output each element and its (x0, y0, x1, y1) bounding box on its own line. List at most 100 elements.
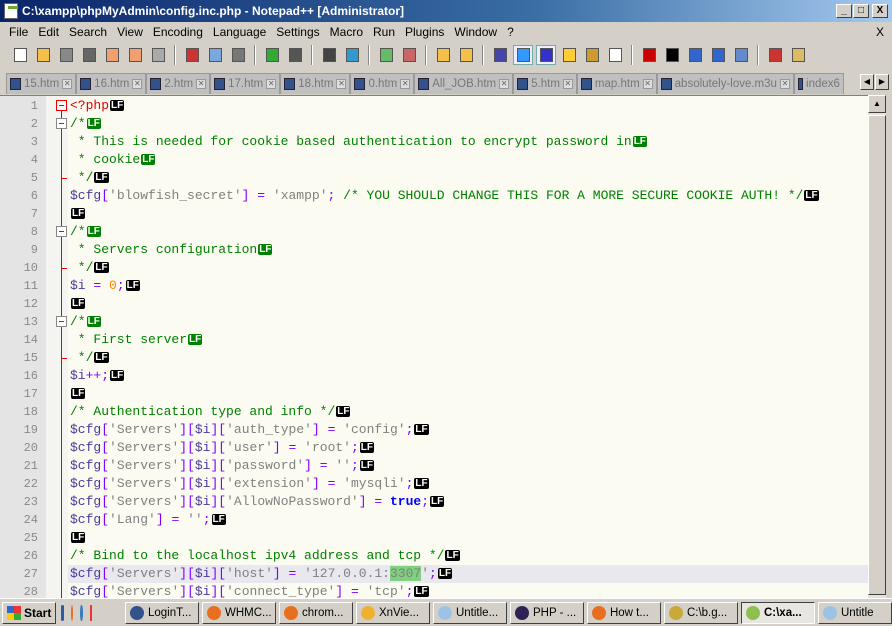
print-button[interactable] (148, 45, 168, 65)
menu-encoding[interactable]: Encoding (148, 25, 208, 39)
save-macro-button[interactable] (731, 45, 751, 65)
zoom-in-button[interactable] (376, 45, 396, 65)
tab-18-htm[interactable]: 18.htm ✕ (280, 73, 351, 94)
code-editor[interactable]: 1 <?php LF 2/* LF 3 * This is needed for cook… (0, 95, 868, 598)
paste-button[interactable] (228, 45, 248, 65)
copy-button[interactable] (205, 45, 225, 65)
tab-index6[interactable]: index6 (793, 73, 844, 94)
code-line[interactable]: $cfg['Lang'] = ''; LF (70, 511, 868, 529)
menu-window[interactable]: Window (449, 25, 502, 39)
tab-15-htm[interactable]: 15.htm ✕ (6, 73, 77, 94)
code-line[interactable]: $i++; LF (70, 367, 868, 385)
menu-macro[interactable]: Macro (325, 25, 368, 39)
menu-plugins[interactable]: Plugins (400, 25, 449, 39)
tab-2-htm[interactable]: 2.htm ✕ (146, 73, 211, 94)
tab-scroll-left-button[interactable]: ◀ (860, 74, 874, 90)
zoom-out-button[interactable] (399, 45, 419, 65)
menu-view[interactable]: View (112, 25, 148, 39)
code-line[interactable]: */LF (70, 259, 868, 277)
code-line[interactable]: $cfg['Servers'][$i]['AllowNoPassword'] =… (70, 493, 868, 511)
menu-close-button[interactable]: X (876, 25, 884, 39)
menu-run[interactable]: Run (368, 25, 400, 39)
fold-collapse-icon[interactable] (56, 226, 67, 237)
scroll-up-button[interactable]: ▲ (868, 95, 886, 113)
tab-close-icon[interactable]: ✕ (62, 79, 73, 89)
udl-button[interactable] (559, 45, 579, 65)
code-line[interactable]: */LF (70, 349, 868, 367)
cut-button[interactable] (182, 45, 202, 65)
menu-help[interactable]: ? (502, 25, 519, 39)
tab-close-icon[interactable]: ✕ (499, 79, 510, 89)
fold-collapse-icon[interactable] (56, 100, 67, 111)
doc-map-button[interactable] (582, 45, 602, 65)
taskbar-item[interactable]: PHP - ... (509, 601, 584, 624)
save-button[interactable] (56, 45, 76, 65)
start-button[interactable]: Start (2, 601, 57, 624)
tab-close-icon[interactable]: ✕ (400, 79, 411, 89)
code-line[interactable]: LF (70, 205, 868, 223)
code-line[interactable]: $cfg['Servers'][$i]['host'] = '127.0.0.1… (68, 565, 868, 583)
tab-close-icon[interactable]: ✕ (196, 79, 207, 89)
tab-17-htm[interactable]: 17.htm ✕ (210, 73, 281, 94)
taskbar-item[interactable]: C:\xa... (740, 601, 815, 624)
menu-language[interactable]: Language (208, 25, 271, 39)
taskbar-item[interactable]: WHMC... (201, 601, 276, 624)
tab-absolutely-love-m3u[interactable]: absolutely-love.m3u ✕ (656, 73, 794, 94)
show-all-chars-button[interactable] (513, 45, 533, 65)
code-line[interactable]: LF (70, 529, 868, 547)
replace-button[interactable] (342, 45, 362, 65)
fold-collapse-icon[interactable] (56, 316, 67, 327)
code-line[interactable]: $cfg['Servers'][$i]['user'] = 'root'; LF (70, 439, 868, 457)
code-line[interactable]: $cfg['Servers'][$i]['auth_type'] = 'conf… (70, 421, 868, 439)
undo-button[interactable] (262, 45, 282, 65)
taskbar-item[interactable]: Untitle... (432, 601, 507, 624)
close-all-button[interactable] (125, 45, 145, 65)
indent-guide-button[interactable] (536, 45, 556, 65)
code-line[interactable]: $i = 0; LF (70, 277, 868, 295)
new-file-button[interactable] (10, 45, 30, 65)
find-button[interactable] (319, 45, 339, 65)
tab-close-icon[interactable]: ✕ (562, 79, 573, 89)
vertical-scrollbar[interactable]: ▲ (868, 95, 886, 598)
tab-scroll-right-button[interactable]: ▶ (875, 74, 889, 90)
menu-file[interactable]: File (4, 25, 33, 39)
tab-close-icon[interactable]: ✕ (779, 79, 790, 89)
code-line[interactable]: * This is needed for cookie based authen… (70, 133, 868, 151)
code-line[interactable]: <?php LF (70, 97, 868, 115)
firefox-icon[interactable] (70, 604, 74, 621)
show-desktop-icon[interactable] (61, 604, 64, 621)
tab-close-icon[interactable]: ✕ (266, 79, 277, 89)
spell-check-button[interactable] (765, 45, 785, 65)
open-file-button[interactable] (33, 45, 53, 65)
tab-close-icon[interactable]: ✕ (132, 79, 143, 89)
save-all-button[interactable] (79, 45, 99, 65)
tab-5-htm[interactable]: 5.htm ✕ (513, 73, 577, 94)
minimize-button[interactable]: _ (836, 4, 852, 18)
taskbar-item[interactable]: XnVie... (355, 601, 430, 624)
record-macro-button[interactable] (639, 45, 659, 65)
code-line[interactable]: /* Bind to the localhost ipv4 address an… (70, 547, 868, 565)
menu-settings[interactable]: Settings (271, 25, 324, 39)
clipboard-button[interactable] (788, 45, 808, 65)
taskbar-item[interactable]: LoginT... (124, 601, 199, 624)
play-macro-button[interactable] (685, 45, 705, 65)
code-line[interactable]: LF (70, 385, 868, 403)
apps-icon[interactable] (89, 604, 92, 621)
taskbar-item[interactable]: How t... (586, 601, 661, 624)
word-wrap-button[interactable] (490, 45, 510, 65)
run-macro-multiple-button[interactable] (708, 45, 728, 65)
fold-collapse-icon[interactable] (56, 118, 67, 129)
menu-search[interactable]: Search (64, 25, 112, 39)
redo-button[interactable] (285, 45, 305, 65)
tab-16-htm[interactable]: 16.htm ✕ (76, 73, 147, 94)
tab-all-job-htm[interactable]: All_JOB.htm ✕ (414, 73, 514, 94)
code-line[interactable]: /* LF (70, 115, 868, 133)
tab-close-icon[interactable]: ✕ (642, 79, 653, 89)
close-button[interactable] (102, 45, 122, 65)
thunderbird-icon[interactable] (80, 604, 83, 621)
code-line[interactable]: $cfg['Servers'][$i]['extension'] = 'mysq… (70, 475, 868, 493)
function-list-button[interactable] (605, 45, 625, 65)
code-line[interactable]: */LF (70, 169, 868, 187)
code-line[interactable]: * Servers configuration LF (70, 241, 868, 259)
tab-0-htm[interactable]: 0.htm ✕ (350, 73, 415, 94)
